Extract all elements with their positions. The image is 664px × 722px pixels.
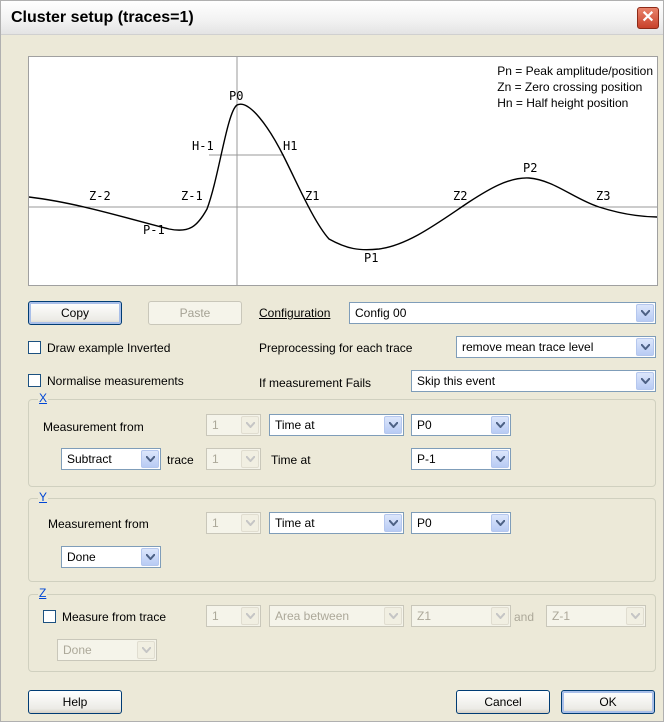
y-trace-select[interactable]: 1 (206, 512, 261, 534)
z-trace-select[interactable]: 1 (206, 605, 261, 627)
legend-half: Hn = Half height position (497, 96, 629, 110)
x-group-label: X (38, 391, 49, 405)
chevron-down-icon (384, 416, 402, 434)
y-measurement-label: Measurement from (48, 517, 149, 531)
label-p2: P2 (523, 161, 538, 175)
help-button[interactable]: Help (28, 690, 122, 714)
x-trace-label: trace (167, 453, 194, 467)
label-p0: P0 (229, 89, 244, 103)
configuration-select[interactable]: Config 00 (349, 302, 656, 324)
cancel-button[interactable]: Cancel (456, 690, 550, 714)
x-point2-value: P-1 (417, 452, 436, 466)
z-and-label: and (514, 610, 535, 624)
configuration-label: Configuration (259, 306, 331, 320)
x-trace2-select[interactable]: 1 (206, 448, 261, 470)
preprocessing-select[interactable]: remove mean trace level (456, 336, 656, 358)
chevron-down-icon (241, 514, 259, 532)
chevron-down-icon (491, 450, 509, 468)
x-point-value: P0 (417, 418, 432, 432)
label-h1: H1 (283, 139, 298, 153)
legend-zero: Zn = Zero crossing position (497, 80, 643, 94)
chevron-down-icon (636, 338, 654, 356)
chevron-down-icon (241, 416, 259, 434)
z-group-label: Z (38, 586, 48, 600)
label-h-1: H-1 (192, 139, 214, 153)
chevron-down-icon (241, 607, 259, 625)
title-bar: Cluster setup (traces=1) ✕ (1, 1, 663, 35)
chevron-down-icon (141, 450, 159, 468)
x-point-select[interactable]: P0 (411, 414, 511, 436)
z-point1-value: Z1 (417, 609, 432, 623)
x-op-select[interactable]: Subtract (61, 448, 161, 470)
y-group-label: Y (38, 490, 49, 504)
label-z-2: Z-2 (89, 189, 111, 203)
draw-inverted-checkbox[interactable] (28, 341, 41, 354)
configuration-value: Config 00 (355, 306, 407, 320)
y-measure-type-select[interactable]: Time at (269, 512, 404, 534)
y-point-value: P0 (417, 516, 432, 530)
z-point1-select[interactable]: Z1 (411, 605, 511, 627)
normalise-checkbox[interactable] (28, 374, 41, 387)
preprocessing-label: Preprocessing for each trace (259, 341, 413, 355)
chevron-down-icon (491, 607, 509, 625)
z-op-select[interactable]: Done (57, 639, 157, 661)
chevron-down-icon (491, 514, 509, 532)
fails-value: Skip this event (417, 374, 496, 388)
x-trace-select[interactable]: 1 (206, 414, 261, 436)
waveform-trace (29, 103, 657, 251)
label-z2: Z2 (453, 189, 468, 203)
chevron-down-icon (241, 450, 259, 468)
y-op-select[interactable]: Done (61, 546, 161, 568)
z-measure-type-select[interactable]: Area between (269, 605, 404, 627)
x-trace-value: 1 (212, 418, 219, 432)
copy-button[interactable]: Copy (28, 301, 122, 325)
close-icon[interactable]: ✕ (637, 7, 659, 29)
z-measure-label: Measure from trace (62, 610, 167, 624)
draw-inverted-label: Draw example Inverted (47, 341, 171, 355)
label-z-1: Z-1 (181, 189, 203, 203)
label-z3: Z3 (596, 189, 611, 203)
x-measurement-label: Measurement from (43, 420, 144, 434)
chevron-down-icon (636, 304, 654, 322)
fails-select[interactable]: Skip this event (411, 370, 656, 392)
x-trace2-value: 1 (212, 452, 219, 466)
chevron-down-icon (491, 416, 509, 434)
chevron-down-icon (626, 607, 644, 625)
z-measure-type-value: Area between (275, 609, 350, 623)
z-point2-select[interactable]: Z-1 (546, 605, 646, 627)
z-trace-value: 1 (212, 609, 219, 623)
preview-legend: Pn = Peak amplitude/position Zn = Zero c… (497, 63, 653, 111)
z-point2-value: Z-1 (552, 609, 570, 623)
chevron-down-icon (141, 548, 159, 566)
chevron-down-icon (384, 514, 402, 532)
preprocessing-value: remove mean trace level (462, 340, 594, 354)
chevron-down-icon (636, 372, 654, 390)
chevron-down-icon (137, 641, 155, 659)
ok-button[interactable]: OK (561, 690, 655, 714)
z-op-value: Done (63, 643, 92, 657)
window-title: Cluster setup (traces=1) (11, 9, 194, 26)
x-op-value: Subtract (67, 452, 112, 466)
x-point2-select[interactable]: P-1 (411, 448, 511, 470)
x-group (28, 399, 656, 487)
waveform-preview: Pn = Peak amplitude/position Zn = Zero c… (28, 56, 658, 286)
x-time-at-label: Time at (271, 453, 311, 467)
y-measure-type-value: Time at (275, 516, 315, 530)
cluster-setup-dialog: Cluster setup (traces=1) ✕ Pn = Peak amp… (0, 0, 664, 722)
label-z1: Z1 (305, 189, 320, 203)
chevron-down-icon (384, 607, 402, 625)
y-group (28, 498, 656, 582)
paste-button[interactable]: Paste (148, 301, 242, 325)
label-p-1: P-1 (143, 223, 165, 237)
legend-peak: Pn = Peak amplitude/position (497, 64, 653, 78)
x-measure-type-select[interactable]: Time at (269, 414, 404, 436)
z-measure-checkbox[interactable] (43, 610, 56, 623)
y-point-select[interactable]: P0 (411, 512, 511, 534)
fails-label: If measurement Fails (259, 376, 372, 390)
x-measure-type-value: Time at (275, 418, 315, 432)
normalise-label: Normalise measurements (47, 374, 184, 388)
y-trace-value: 1 (212, 516, 219, 530)
label-p1: P1 (364, 251, 379, 265)
y-op-value: Done (67, 550, 96, 564)
